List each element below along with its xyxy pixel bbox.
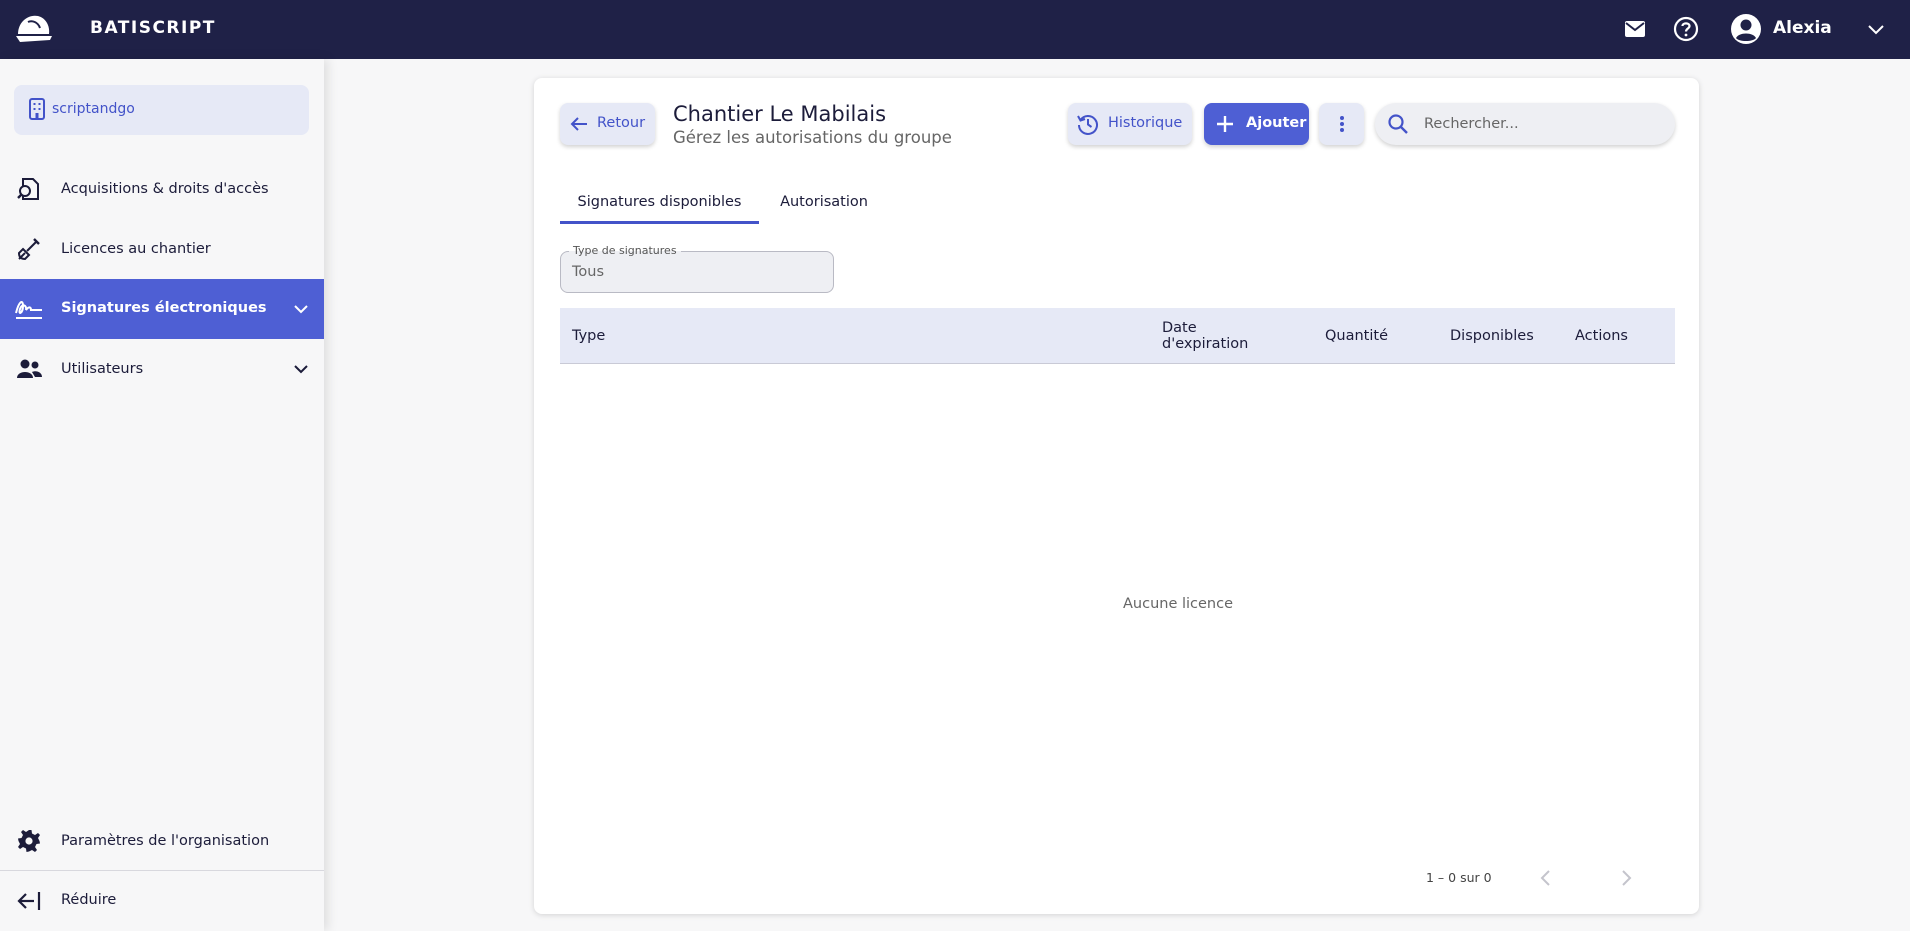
select-value: Tous <box>572 264 605 280</box>
more-vertical-icon <box>1339 116 1344 132</box>
sidebar-item-label: Acquisitions & droits d'accès <box>61 181 269 197</box>
sidebar-item-settings[interactable]: Paramètres de l'organisation <box>0 811 324 871</box>
shovel-icon <box>14 235 44 263</box>
column-header-disponibles[interactable]: Disponibles <box>1450 328 1534 344</box>
pagination-range: 1 – 0 sur 0 <box>1426 870 1492 885</box>
users-icon <box>14 355 44 383</box>
back-label: Retour <box>597 115 646 131</box>
app-name: BATISCRIPT <box>90 18 216 38</box>
chevron-left-icon[interactable] <box>1534 866 1558 890</box>
search-icon <box>1388 114 1408 134</box>
chevron-down-icon[interactable] <box>291 299 311 319</box>
column-header-type[interactable]: Type <box>572 328 605 344</box>
tab-signatures-disponibles[interactable]: Signatures disponibles <box>560 186 759 224</box>
top-bar: BATISCRIPT Alexia <box>0 0 1910 59</box>
arrow-left-icon <box>570 117 587 131</box>
sidebar-item-licences[interactable]: Licences au chantier <box>0 219 324 279</box>
user-name[interactable]: Alexia <box>1773 18 1832 38</box>
sidebar-item-utilisateurs[interactable]: Utilisateurs <box>0 339 324 399</box>
sidebar: scriptandgo Acquisitions & droits d'accè… <box>0 59 324 931</box>
sidebar-item-label: Utilisateurs <box>61 361 144 377</box>
plus-icon <box>1217 116 1233 132</box>
more-options-button[interactable] <box>1319 103 1364 145</box>
search-input[interactable] <box>1424 112 1654 136</box>
account-circle-icon[interactable] <box>1730 13 1762 45</box>
mail-icon[interactable] <box>1621 15 1649 43</box>
collapse-button[interactable]: Réduire <box>0 871 324 931</box>
tab-autorisation[interactable]: Autorisation <box>759 186 889 224</box>
table-header: Type Date d'expiration Quantité Disponib… <box>560 308 1675 364</box>
history-button[interactable]: Historique <box>1068 103 1192 145</box>
org-name: scriptandgo <box>52 101 135 117</box>
hardhat-logo-icon[interactable] <box>14 10 54 46</box>
signature-type-select[interactable]: Type de signatures Tous <box>560 244 834 293</box>
column-header-actions: Actions <box>1575 328 1628 344</box>
page-subtitle: Gérez les autorisations du groupe <box>673 128 952 147</box>
gear-icon <box>14 827 44 855</box>
column-header-expiration[interactable]: Date d'expiration <box>1162 320 1272 352</box>
org-selector[interactable]: scriptandgo <box>14 85 309 135</box>
add-label: Ajouter <box>1246 115 1307 131</box>
arrow-left-bar-icon <box>14 887 44 915</box>
back-button[interactable]: Retour <box>560 103 655 145</box>
sidebar-item-acquisitions[interactable]: Acquisitions & droits d'accès <box>0 159 324 219</box>
history-label: Historique <box>1108 115 1183 131</box>
select-label: Type de signatures <box>569 244 681 257</box>
settings-label: Paramètres de l'organisation <box>61 833 270 849</box>
history-icon <box>1077 115 1098 135</box>
empty-message: Aucune licence <box>1122 596 1234 612</box>
building-icon <box>29 98 45 120</box>
column-header-quantite[interactable]: Quantité <box>1325 328 1388 344</box>
chevron-down-icon[interactable] <box>1862 15 1890 43</box>
sidebar-item-signatures[interactable]: Signatures électroniques <box>0 279 324 339</box>
sidebar-item-label: Signatures électroniques <box>61 300 267 316</box>
page-title: Chantier Le Mabilais <box>673 102 887 126</box>
add-button[interactable]: Ajouter <box>1204 103 1309 145</box>
main-card: Retour Chantier Le Mabilais Gérez les au… <box>534 78 1699 914</box>
sidebar-item-label: Licences au chantier <box>61 241 211 257</box>
chevron-down-icon[interactable] <box>291 359 311 379</box>
collapse-label: Réduire <box>61 892 117 908</box>
search-box <box>1375 103 1675 145</box>
search-document-icon <box>14 175 44 203</box>
help-icon[interactable] <box>1672 15 1700 43</box>
chevron-right-icon[interactable] <box>1614 866 1638 890</box>
signature-icon <box>14 295 44 323</box>
